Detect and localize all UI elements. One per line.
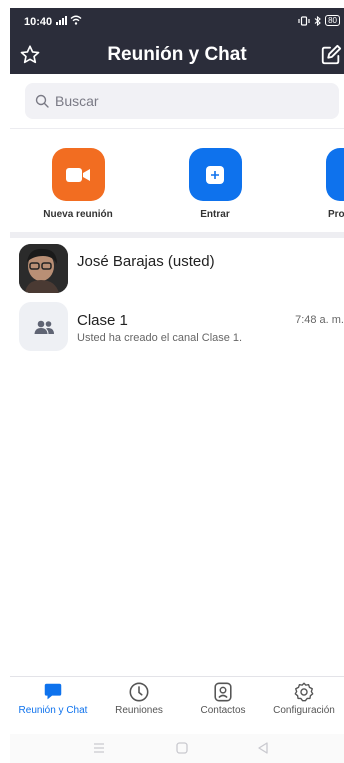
schedule-button[interactable]: Pro [312, 148, 344, 220]
status-left-icons [56, 15, 82, 25]
compose-icon[interactable] [320, 44, 342, 66]
bottom-nav: Reunión y Chat Reuniones Contactos Confi… [10, 676, 344, 732]
status-time: 10:40 [24, 16, 53, 28]
page-title: Reunión y Chat [107, 44, 247, 65]
menu-icon[interactable] [92, 741, 106, 755]
nav-settings-label: Configuración [273, 705, 335, 716]
wifi-icon [70, 15, 82, 25]
avatar [19, 244, 68, 293]
new-meeting-tile[interactable] [51, 148, 105, 201]
schedule-label: Pro [328, 209, 344, 220]
join-tile[interactable] [188, 148, 242, 201]
app-screen: 10:40 80 Reunión y Chat Buscar Nueva reu… [10, 8, 344, 763]
new-meeting-label: Nueva reunión [43, 209, 113, 220]
nav-meetings[interactable]: Reuniones [96, 681, 182, 716]
channel-name: Clase 1 [77, 312, 128, 329]
join-button[interactable]: Entrar [175, 148, 255, 220]
nav-settings[interactable]: Configuración [264, 681, 344, 716]
gear-icon [294, 682, 314, 702]
list-item[interactable]: Clase 1 Usted ha creado el canal Clase 1… [10, 302, 344, 358]
search-placeholder: Buscar [55, 93, 99, 109]
nav-contacts-label: Contactos [200, 705, 246, 716]
user-photo-icon [19, 244, 68, 293]
home-icon[interactable] [175, 741, 189, 755]
status-bar: 10:40 80 [10, 8, 344, 34]
contact-name: José Barajas (usted) [77, 253, 215, 270]
search-input[interactable]: Buscar [25, 83, 339, 119]
chat-bubble-icon [44, 683, 62, 700]
group-icon [34, 320, 54, 334]
avatar [19, 302, 68, 351]
bluetooth-icon [314, 15, 321, 26]
system-nav-bar [10, 734, 344, 763]
vibrate-icon [298, 15, 310, 26]
clock-icon [129, 682, 149, 702]
section-divider [10, 232, 344, 238]
channel-time: 7:48 a. m. [295, 314, 344, 326]
signal-icon [56, 15, 67, 25]
nav-contacts[interactable]: Contactos [180, 681, 266, 716]
contact-card-icon [214, 682, 232, 702]
search-icon [35, 94, 49, 108]
nav-meet-chat[interactable]: Reunión y Chat [10, 681, 96, 716]
divider [10, 128, 344, 129]
video-camera-icon [66, 167, 90, 182]
battery-indicator: 80 [325, 15, 340, 26]
new-meeting-button[interactable]: Nueva reunión [38, 148, 118, 220]
app-header: 10:40 80 Reunión y Chat [10, 8, 344, 74]
schedule-tile[interactable] [326, 148, 344, 201]
list-item[interactable]: José Barajas (usted) [10, 244, 344, 300]
plus-icon [206, 165, 224, 184]
back-icon[interactable] [256, 741, 270, 755]
nav-meet-chat-label: Reunión y Chat [18, 705, 88, 716]
join-label: Entrar [200, 209, 230, 220]
nav-meetings-label: Reuniones [115, 705, 163, 716]
status-right-icons: 80 [298, 15, 340, 26]
channel-last-message: Usted ha creado el canal Clase 1. [77, 332, 243, 344]
